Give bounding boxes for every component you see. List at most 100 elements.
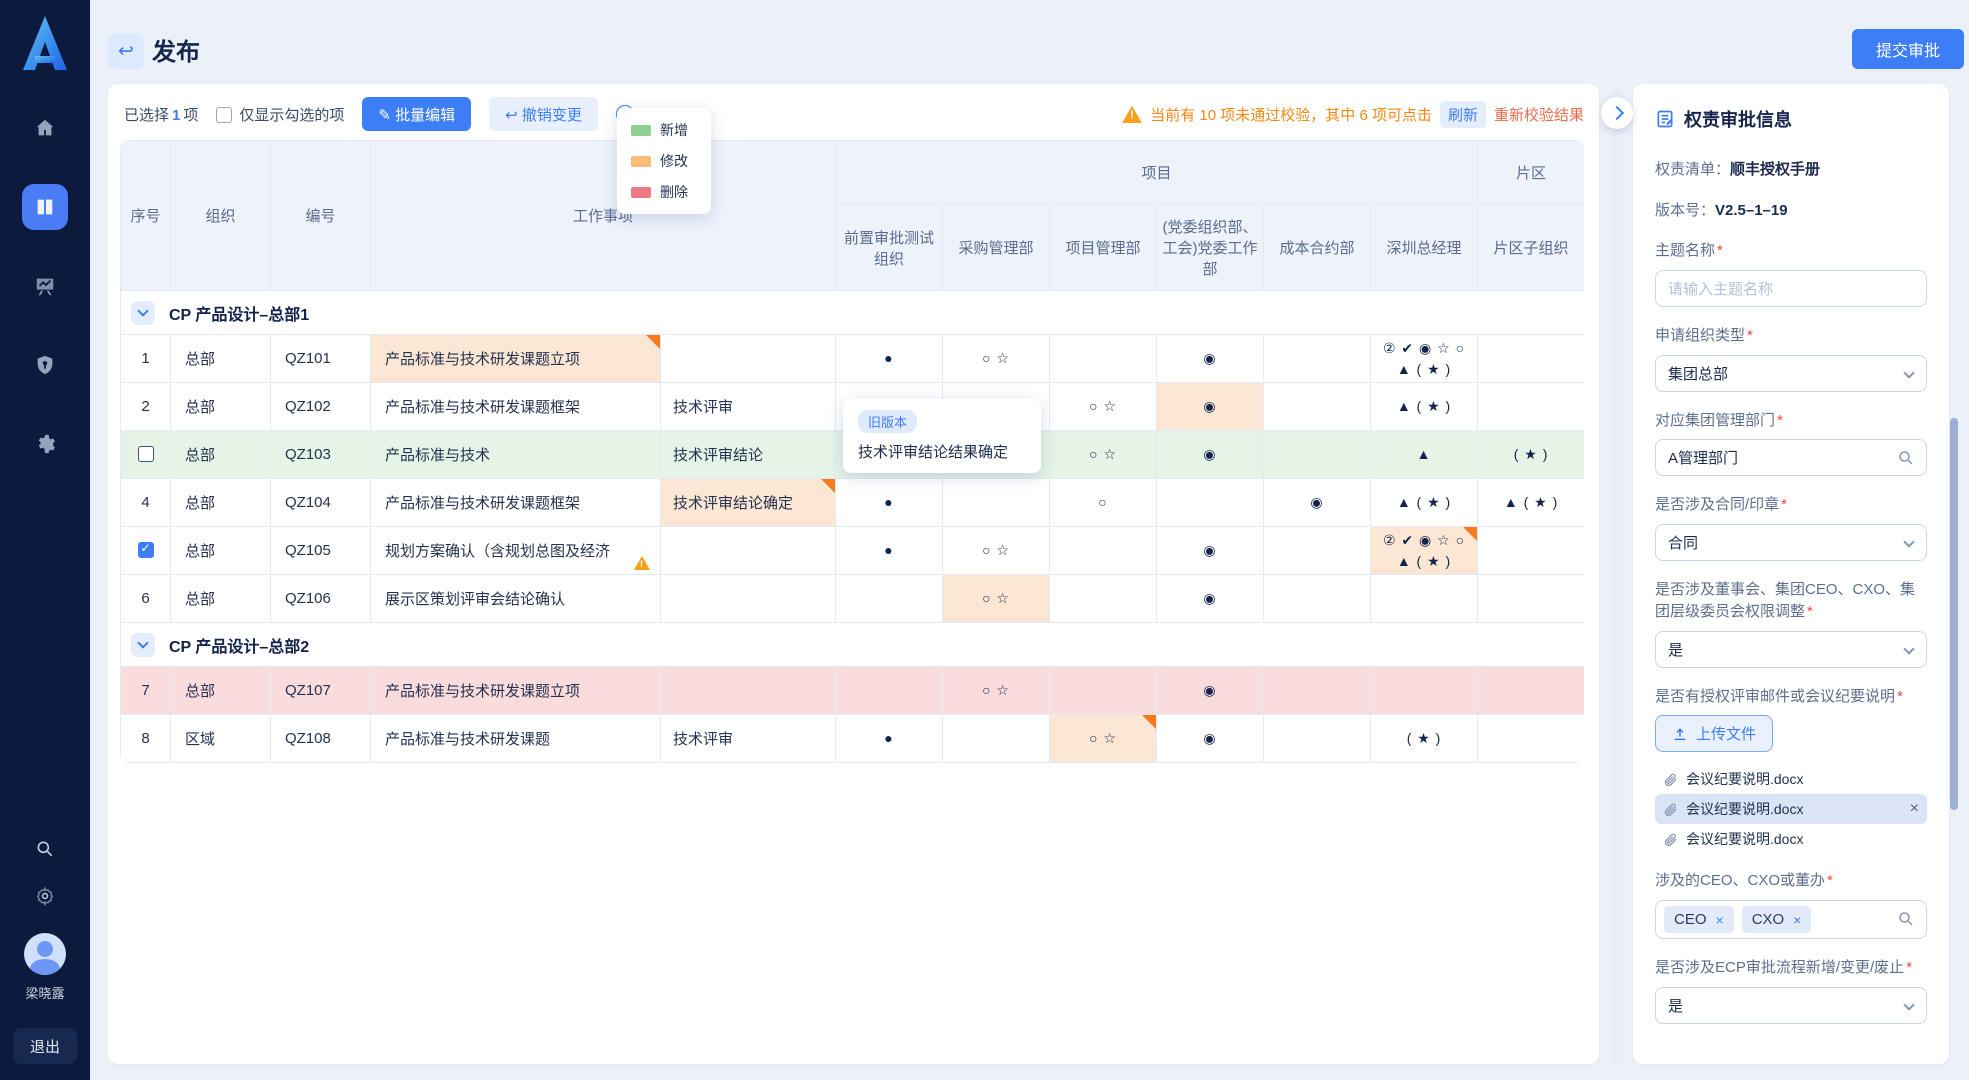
ceo-label: 涉及的CEO、CXO或董办 * [1655, 872, 1833, 890]
sidebar-item-settings[interactable] [22, 421, 68, 467]
legend-label: 新增 [660, 122, 688, 138]
contract-label: 是否涉及合同/印章 * [1655, 496, 1788, 514]
paperclip-icon [1664, 773, 1677, 786]
cell-work-item: 产品标准与技术研发课题框架 [370, 478, 661, 527]
cell-approval-mark: ▲ ( ★ ) [1370, 478, 1479, 527]
version-value: V2.5–1–19 [1715, 202, 1788, 219]
book-icon [37, 198, 53, 216]
cell-approval-mark: ▲ ( ★ ) [1370, 382, 1479, 431]
upload-file-button[interactable]: 上传文件 [1655, 715, 1774, 753]
cell-code: QZ108 [270, 714, 371, 763]
ceo-tags-input[interactable]: CEO × CXO × [1655, 900, 1927, 939]
scrollbar[interactable] [1950, 418, 1958, 810]
remove-file-icon[interactable]: × [1910, 800, 1919, 818]
sidebar-item-security[interactable] [22, 342, 68, 388]
validation-warning-bar: 当前有 10 项未通过校验，其中 6 项可点击 刷新 重新校验结果 [1122, 100, 1584, 128]
ecp-label: 是否涉及ECP审批流程新增/变更/废止 * [1655, 959, 1913, 976]
cell-org: 区域 [170, 714, 271, 763]
sidebar-item-dashboard[interactable] [22, 263, 68, 309]
cell-approval-mark: ○ ☆ [942, 526, 1051, 575]
cell-code: QZ101 [270, 334, 371, 383]
uploaded-files-list: 会议纪要说明.docx 会议纪要说明.docx × 会议纪要说明.docx [1655, 764, 1927, 854]
cell-code: QZ102 [270, 382, 371, 431]
cell-code: QZ104 [270, 478, 371, 527]
col-header-code: 编号 [270, 140, 371, 291]
topic-name-input[interactable]: 请输入主题名称 [1655, 269, 1927, 307]
warning-icon [1122, 105, 1143, 123]
toolbar: 已选择1项 仅显示勾选的项 批量编辑 撤销变更 当前有 10 项未通过校验，其中… [124, 96, 1584, 132]
uploaded-file-item[interactable]: 会议纪要说明.docx [1655, 824, 1927, 854]
logout-button[interactable]: 退出 [13, 1028, 77, 1064]
only-checked-filter[interactable]: 仅显示勾选的项 [216, 104, 344, 125]
collapse-group-icon[interactable] [131, 632, 155, 657]
cell-approval-mark: ( ★ ) [1370, 714, 1479, 763]
collapse-group-icon[interactable] [131, 300, 155, 325]
cell-approval-mark: ◉ [1156, 430, 1265, 479]
warning-text: 当前有 10 项未通过校验，其中 6 项可点击 [1150, 106, 1432, 124]
cell-approval-mark [1263, 574, 1372, 623]
mgmt-dept-input[interactable]: A管理部门 [1655, 439, 1927, 477]
col-header-item: 工作事项 [369, 140, 837, 291]
batch-edit-button[interactable]: 批量编辑 [362, 97, 472, 131]
row-checkbox[interactable] [137, 541, 154, 558]
change-corner-icon [821, 479, 836, 493]
panel-divider[interactable] [1612, 84, 1622, 1064]
settings-icon[interactable] [35, 886, 55, 911]
col-header-party-committee: (党委组织部、工会)党委工作部 [1156, 204, 1265, 291]
warning-icon [634, 556, 650, 570]
recheck-result-link[interactable]: 重新校验结果 [1494, 104, 1584, 125]
collapse-panel-button[interactable] [1601, 97, 1633, 129]
sidebar: 梁晓露 退出 [0, 0, 90, 1080]
only-checked-checkbox[interactable] [216, 106, 233, 123]
row-checkbox[interactable] [137, 446, 154, 462]
cell-code: QZ103 [270, 430, 371, 479]
search-icon[interactable] [35, 839, 55, 864]
panel-title: 权责审批信息 [1684, 110, 1792, 130]
legend-item: 修改 [631, 151, 697, 171]
back-button[interactable] [108, 33, 144, 69]
avatar[interactable] [24, 933, 66, 975]
sidebar-item-home[interactable] [22, 105, 68, 151]
selected-count: 1 [172, 106, 181, 124]
authority-list-row: 权责清单：顺丰授权手册 [1655, 161, 1821, 178]
legend-label: 修改 [660, 153, 688, 169]
change-legend-popup: 新增 修改 删除 [617, 108, 711, 214]
cell-approval-mark [1370, 666, 1479, 715]
ecp-select[interactable]: 是 [1655, 986, 1927, 1024]
cell-approval-mark [835, 666, 944, 715]
submit-approval-button[interactable]: 提交审批 [1852, 29, 1964, 69]
remove-tag-icon[interactable]: × [1716, 912, 1724, 928]
cell-approval-mark: ○ ☆ [942, 574, 1051, 623]
mail-label: 是否有授权评审邮件或会议纪要说明 * [1655, 687, 1903, 705]
shield-icon [37, 355, 53, 375]
group-title: CP 产品设计–总部1 [169, 306, 310, 324]
cell-approval-mark [1263, 430, 1372, 479]
uploaded-file-item[interactable]: 会议纪要说明.docx [1655, 764, 1927, 794]
cell-approval-mark: ● [835, 714, 944, 763]
uploaded-file-item[interactable]: 会议纪要说明.docx × [1655, 794, 1927, 825]
cell-approval-mark [942, 714, 1051, 763]
table-row: 8 区域 QZ108 产品标准与技术研发课题 技术评审 ● ○ ☆ ◉ ( ★ ) [120, 714, 1584, 763]
main-content-card: 已选择1项 仅显示勾选的项 批量编辑 撤销变更 当前有 10 项未通过校验，其中… [108, 84, 1599, 1064]
legend-item: 新增 [631, 120, 697, 140]
cell-step: 技术评审 [659, 382, 837, 431]
refresh-link[interactable]: 刷新 [1439, 100, 1486, 128]
file-name: 会议纪要说明.docx [1686, 771, 1804, 788]
cell-seq: 8 [120, 714, 171, 763]
org-type-select[interactable]: 集团总部 [1655, 354, 1927, 392]
tag-cxo: CXO × [1741, 906, 1812, 933]
cell-org: 总部 [170, 334, 271, 383]
contract-select[interactable]: 合同 [1655, 524, 1927, 561]
board-select[interactable]: 是 [1655, 630, 1927, 668]
sidebar-item-manual[interactable] [22, 184, 68, 230]
remove-tag-icon[interactable]: × [1793, 912, 1801, 928]
change-corner-icon [646, 335, 660, 349]
undo-changes-button[interactable]: 撤销变更 [489, 97, 598, 131]
cell-approval-mark: ② ✔ ◉ ☆ ○ ▲ ( ★ ) [1370, 334, 1479, 383]
cell-approval-mark: ◉ [1156, 526, 1265, 575]
col-header-shenzhen-gm: 深圳总经理 [1370, 204, 1479, 291]
cell-approval-mark: ◉ [1156, 714, 1265, 763]
cell-approval-mark: ○ ☆ [1049, 430, 1158, 479]
legend-swatch [631, 186, 651, 198]
old-version-tooltip: 旧版本 技术评审结论结果确定 [843, 399, 1041, 473]
